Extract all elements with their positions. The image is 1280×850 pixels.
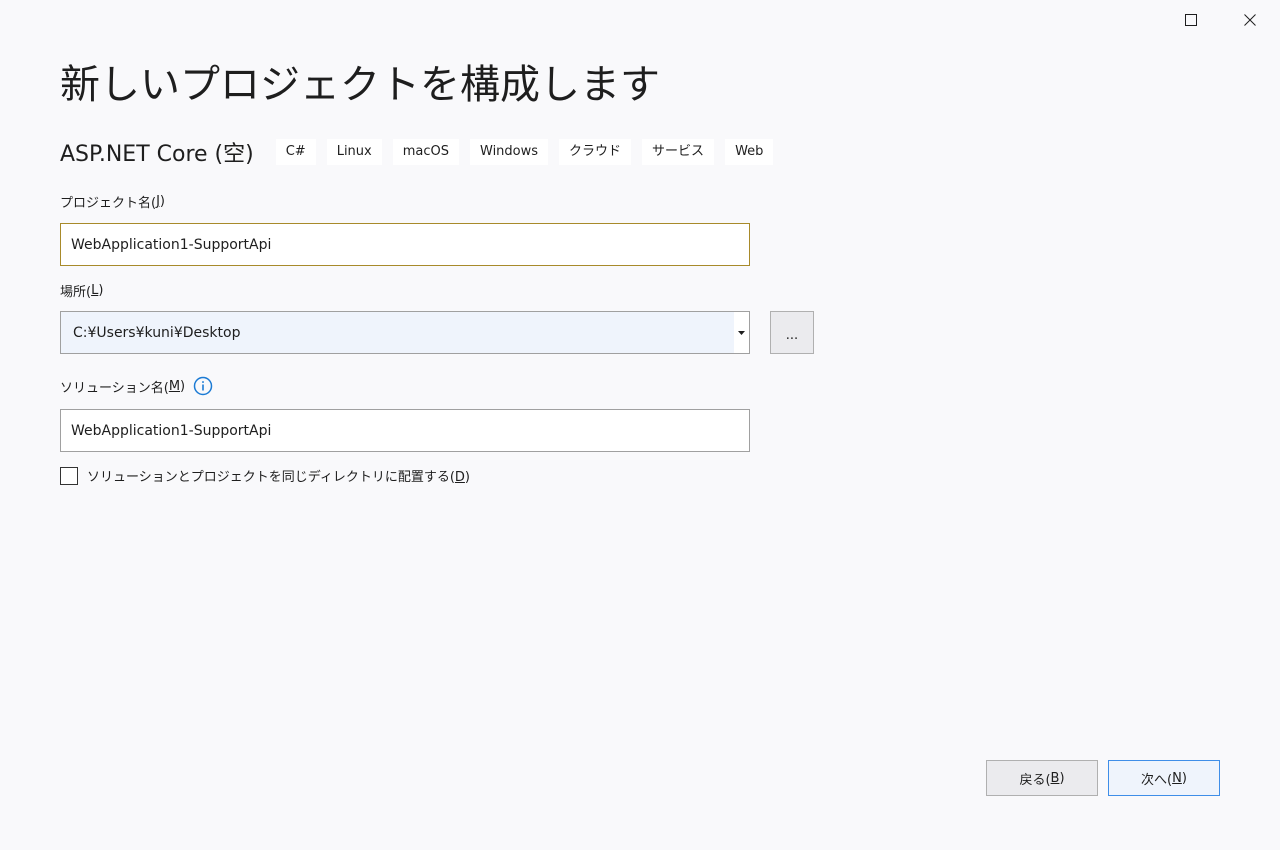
close-button[interactable] (1232, 6, 1268, 34)
tag-cloud: クラウド (559, 139, 632, 165)
location-value[interactable]: C:¥Users¥kuni¥Desktop (61, 325, 734, 341)
next-button-text: 次へ( (1141, 772, 1173, 788)
back-button-end: ) (1059, 770, 1065, 786)
solution-name-accel: M (168, 378, 181, 394)
next-button-accel: N (1172, 770, 1182, 786)
location-label-text: 場所( (60, 285, 92, 300)
tag-csharp: C# (275, 139, 316, 165)
maximize-button[interactable] (1173, 6, 1209, 34)
back-button-text: 戻る( (1019, 772, 1051, 788)
solution-name-label-text: ソリューション名( (60, 380, 169, 396)
dropdown-button[interactable] (734, 312, 749, 353)
solution-name-input[interactable] (60, 409, 750, 452)
browse-button[interactable]: ... (770, 311, 814, 354)
maximize-icon (1185, 14, 1197, 26)
close-icon (1244, 14, 1256, 26)
info-icon[interactable] (193, 376, 213, 396)
location-combobox[interactable]: C:¥Users¥kuni¥Desktop (60, 311, 750, 354)
location-label: 場所(L) (60, 281, 103, 300)
template-info: ASP.NET Core (空) C# Linux macOS Windows … (60, 137, 784, 167)
location-accel: L (91, 283, 99, 298)
tag-macos: macOS (392, 139, 459, 165)
project-name-label: プロジェクト名(J) (60, 192, 165, 211)
page-title: 新しいプロジェクトを構成します (60, 62, 660, 108)
same-directory-label-text: ソリューションとプロジェクトを同じディレクトリに配置する( (87, 470, 455, 485)
tag-service: サービス (642, 139, 715, 165)
project-name-input[interactable] (60, 223, 750, 266)
same-directory-label-end: ) (464, 470, 470, 485)
solution-name-label: ソリューション名(M) (60, 376, 213, 396)
back-button[interactable]: 戻る(B) (986, 760, 1098, 796)
same-directory-option[interactable]: ソリューションとプロジェクトを同じディレクトリに配置する(D) (60, 466, 470, 485)
back-button-accel: B (1050, 770, 1060, 786)
same-directory-checkbox[interactable] (60, 466, 78, 485)
template-name: ASP.NET Core (空) (60, 142, 254, 167)
same-directory-accel: D (454, 470, 465, 485)
next-button[interactable]: 次へ(N) (1108, 760, 1220, 796)
tag-linux: Linux (326, 139, 382, 165)
solution-name-label-end: ) (180, 378, 186, 394)
tag-windows: Windows (470, 139, 549, 165)
project-name-label-text: プロジェクト名( (60, 196, 157, 211)
next-button-end: ) (1181, 770, 1187, 786)
tag-web: Web (725, 139, 774, 165)
same-directory-label[interactable]: ソリューションとプロジェクトを同じディレクトリに配置する(D) (87, 466, 470, 485)
project-name-label-end: ) (159, 194, 165, 209)
location-label-end: ) (98, 283, 104, 298)
chevron-down-icon (738, 330, 745, 335)
